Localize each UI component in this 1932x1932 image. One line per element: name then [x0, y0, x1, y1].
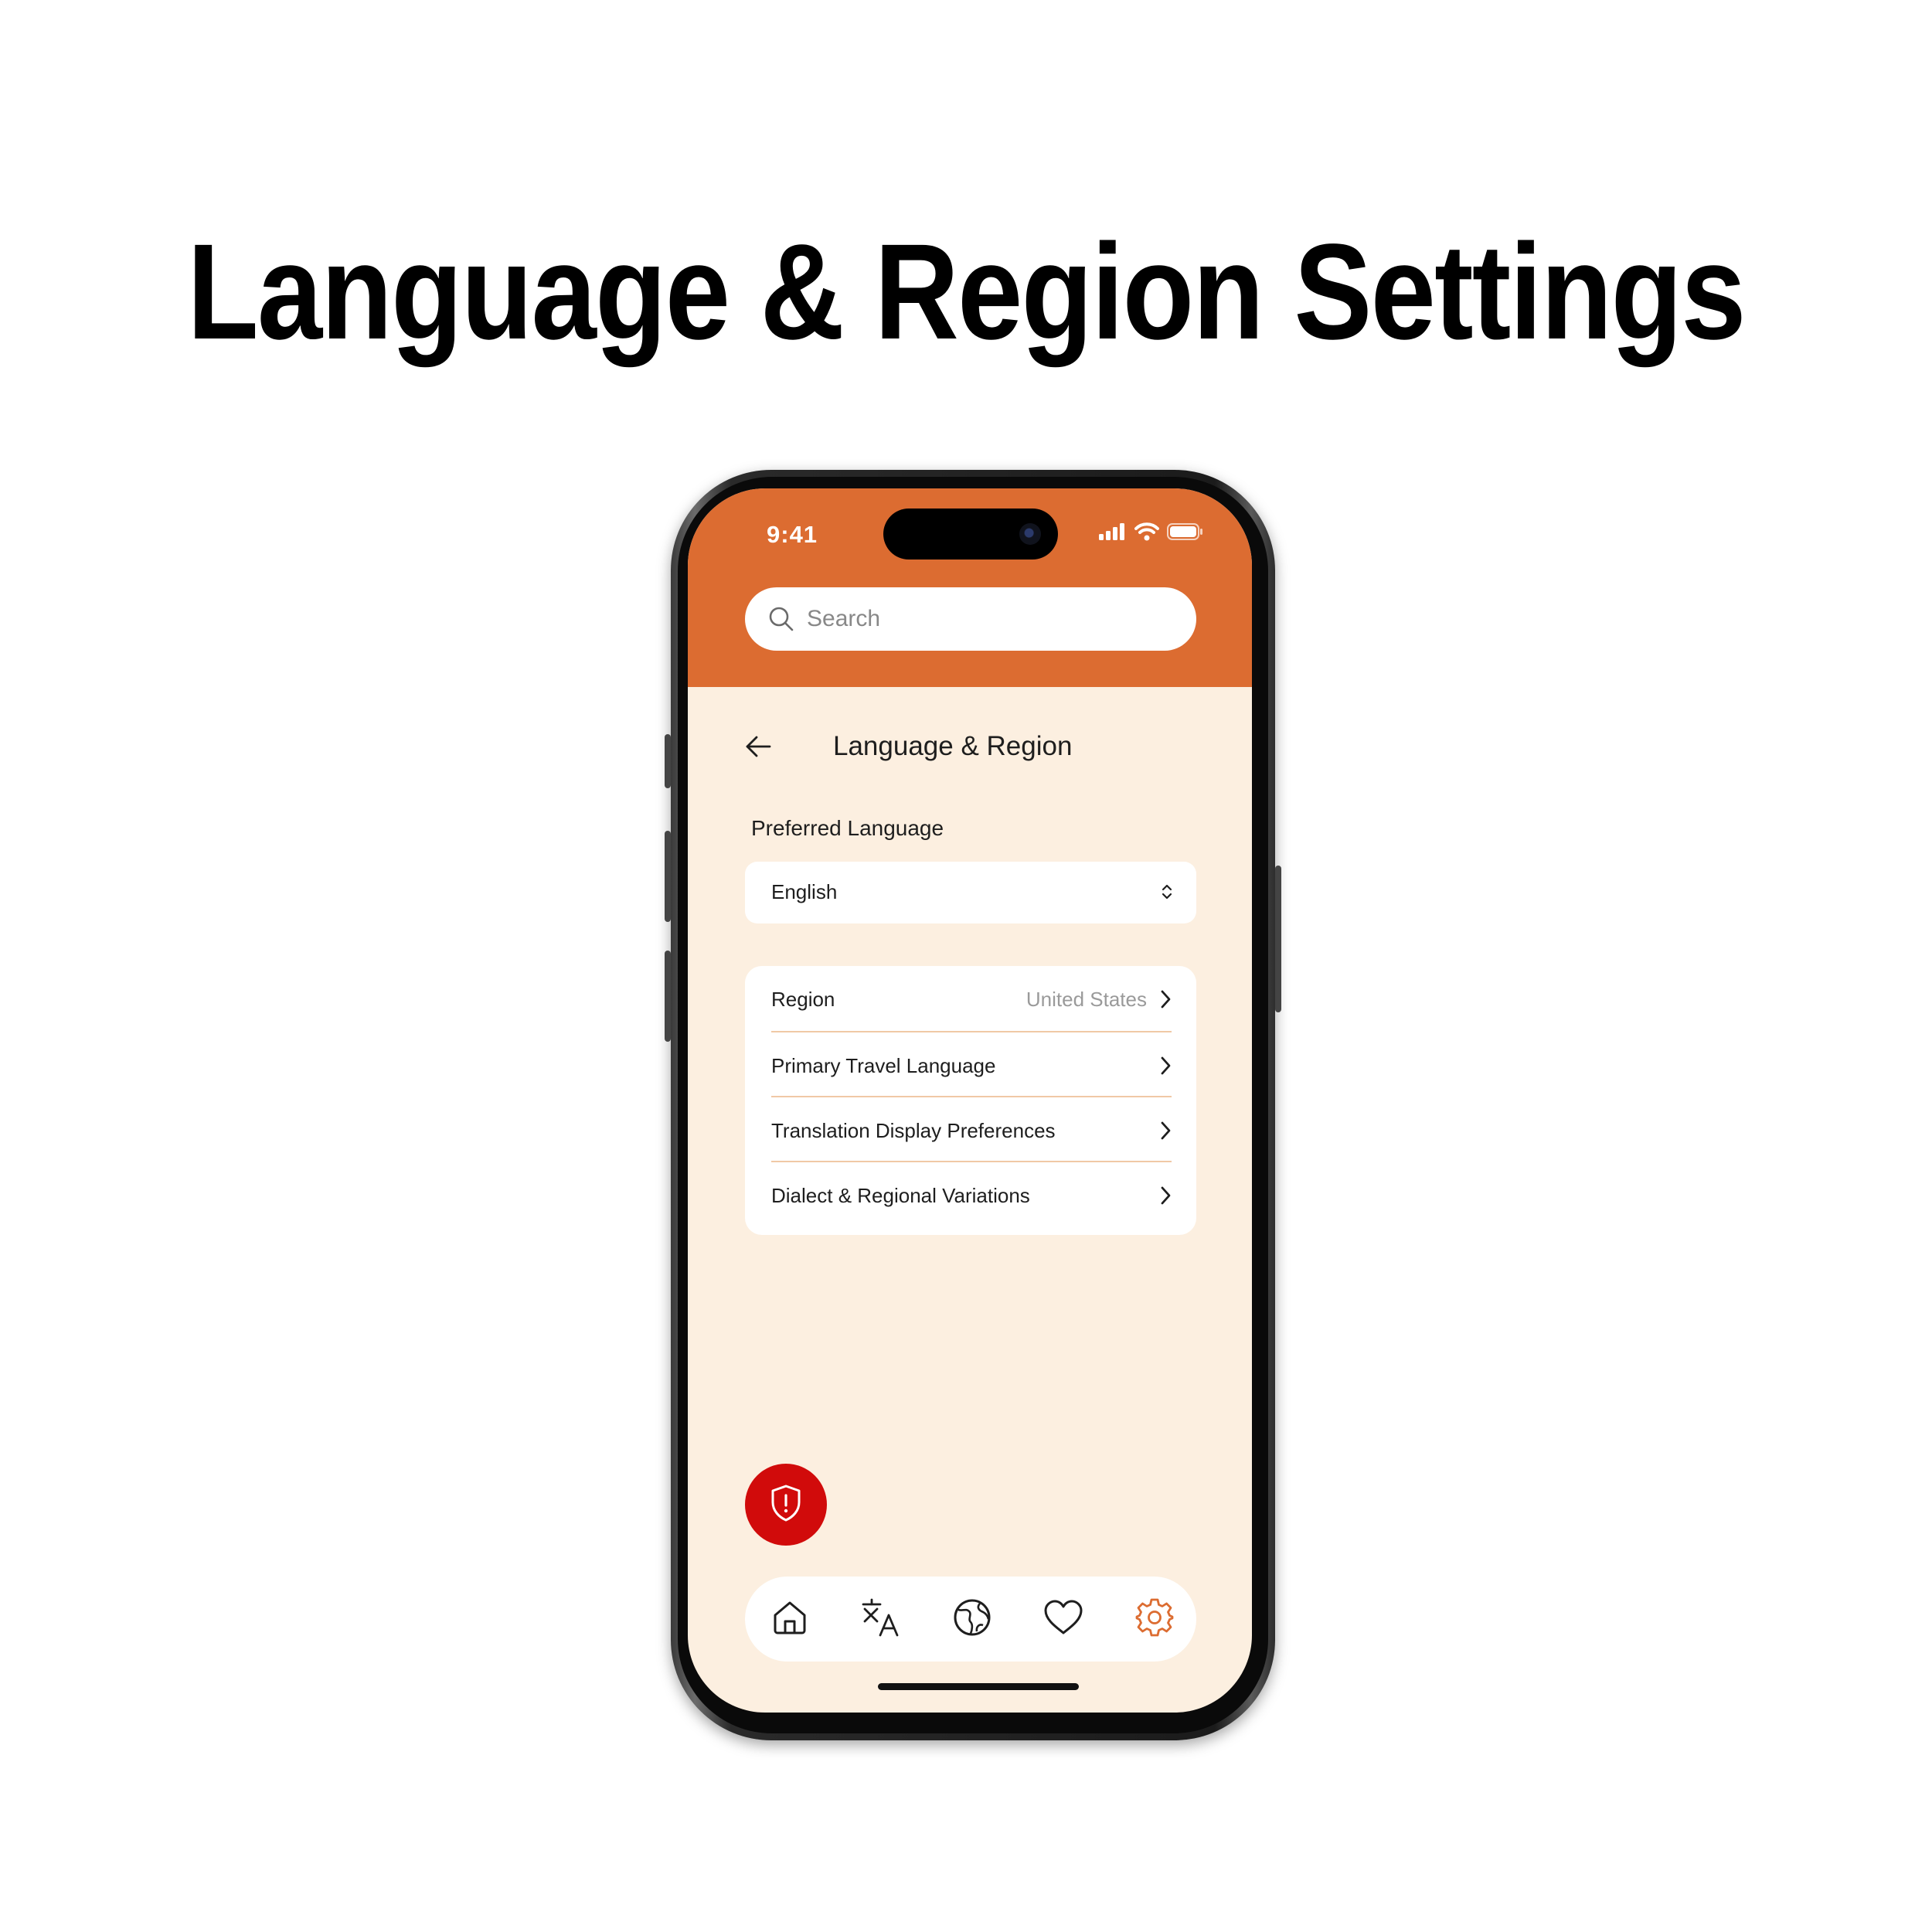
page-header: Language & Region	[688, 720, 1252, 774]
search-bar[interactable]	[745, 587, 1196, 651]
tab-explore[interactable]	[951, 1597, 994, 1641]
chevron-right-icon	[1159, 989, 1172, 1013]
list-item-dialect-regional-variations[interactable]: Dialect & Regional Variations	[771, 1162, 1172, 1227]
cellular-signal-icon	[1099, 523, 1127, 544]
page: Language & Region Settings 9:41 Search L…	[0, 0, 1932, 1932]
globe-icon	[952, 1597, 992, 1641]
list-item-translation-display-preferences[interactable]: Translation Display Preferences	[771, 1097, 1172, 1162]
back-button[interactable]	[742, 733, 774, 764]
heart-icon	[1043, 1599, 1084, 1640]
selected-language: English	[771, 880, 838, 903]
shield-alert-icon	[769, 1484, 803, 1526]
chevron-right-icon	[1159, 1185, 1172, 1209]
page-title: Language & Region	[833, 731, 1073, 761]
list-item-primary-travel-language[interactable]: Primary Travel Language	[771, 1032, 1172, 1097]
tab-favorites[interactable]	[1042, 1597, 1085, 1641]
preferred-language-select[interactable]: English	[745, 862, 1196, 923]
chevron-up-down-icon	[1161, 883, 1173, 904]
list-item-label: Dialect & Regional Variations	[771, 1184, 1030, 1207]
action-button	[665, 734, 671, 788]
front-camera	[1019, 523, 1041, 545]
top-app-bar: 9:41	[688, 488, 1252, 687]
list-item-region[interactable]: Region United States	[771, 966, 1172, 1031]
phone-screen: 9:41 Search Language & Region Preferred …	[688, 488, 1252, 1713]
arrow-left-icon	[745, 735, 771, 762]
volume-down-button	[665, 951, 671, 1042]
gear-icon	[1134, 1597, 1175, 1641]
chevron-right-icon	[1159, 1121, 1172, 1145]
emergency-button[interactable]	[745, 1464, 827, 1546]
volume-up-button	[665, 831, 671, 922]
headline: Language & Region Settings	[187, 216, 1746, 368]
list-item-value: United States	[1026, 988, 1147, 1011]
status-time: 9:41	[767, 521, 818, 548]
chevron-right-icon	[1159, 1056, 1172, 1080]
status-icons	[1099, 522, 1204, 545]
list-item-label: Primary Travel Language	[771, 1054, 996, 1077]
dynamic-island	[883, 509, 1058, 560]
preferred-language-label: Preferred Language	[751, 816, 944, 840]
tab-settings[interactable]	[1133, 1597, 1176, 1641]
settings-list: Region United States Primary Travel Lang…	[745, 966, 1196, 1235]
wifi-icon	[1134, 522, 1159, 545]
battery-icon	[1167, 522, 1204, 545]
search-input[interactable]	[805, 605, 1164, 633]
translate-icon	[860, 1597, 902, 1642]
list-item-label: Translation Display Preferences	[771, 1119, 1056, 1142]
home-indicator	[878, 1683, 1079, 1690]
tab-translate[interactable]	[859, 1597, 903, 1641]
power-button	[1275, 866, 1281, 1012]
bottom-tab-bar	[745, 1577, 1196, 1662]
tab-home[interactable]	[768, 1597, 811, 1641]
search-icon	[768, 606, 794, 632]
list-item-label: Region	[771, 988, 835, 1011]
home-icon	[770, 1598, 809, 1641]
